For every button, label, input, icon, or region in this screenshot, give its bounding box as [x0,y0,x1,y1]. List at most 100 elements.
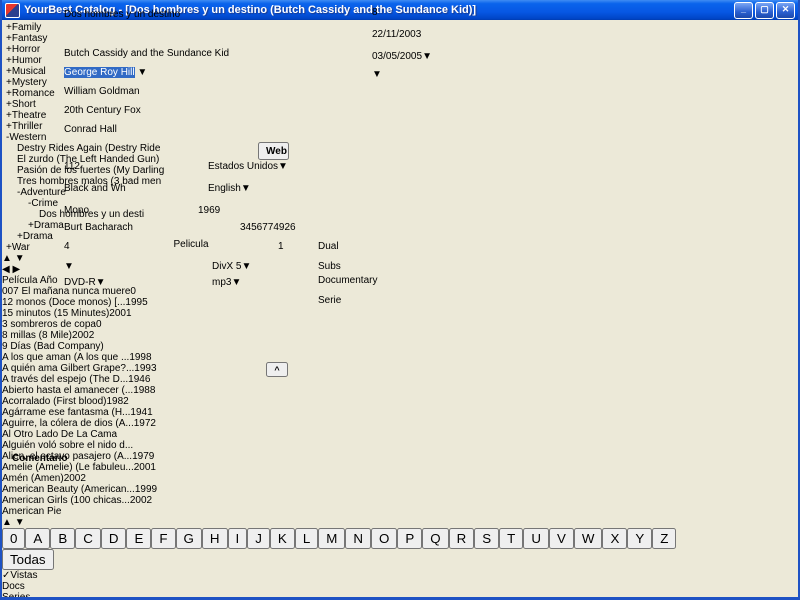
alpha-button-O[interactable]: O [371,528,397,549]
filter-docs[interactable]: Docs [2,581,798,592]
alpha-button-0[interactable]: 0 [2,528,25,549]
movie-row[interactable]: A quién ama Gilbert Grape?...1993 [2,363,798,374]
idioma-combo[interactable]: English▼ [208,183,318,194]
alpha-button-L[interactable]: L [295,528,318,549]
alpha-button-Y[interactable]: Y [627,528,652,549]
movie-title: 15 minutos (15 Minutes) [2,308,109,319]
alpha-button-T[interactable]: T [499,528,523,549]
checkbox-subs[interactable]: Subs [318,261,341,272]
alpha-button-I[interactable]: I [228,528,248,549]
soporte-combo[interactable]: DVD-R▼ [64,277,162,288]
filter-vistas[interactable]: ✓Vistas [2,570,798,581]
scroll-down-icon[interactable]: ▼ [15,253,25,264]
close-button[interactable]: ✕ [776,2,795,19]
etiq-alfa-field[interactable]: Pelicula [164,239,218,250]
mi-punt-field[interactable]: 8 [372,7,444,18]
movie-title: Acorralado (First blood) [2,396,106,407]
alpha-button-A[interactable]: A [25,528,50,549]
alpha-button-S[interactable]: S [474,528,499,549]
creada-field[interactable]: 22/11/2003 [372,29,444,40]
vista-combo[interactable]: 03/05/2005▼ [372,51,444,62]
movie-row[interactable]: Abierto hasta el amanecer (...1988 [2,385,798,396]
director-combo[interactable]: George Roy Hill ▼ [64,67,254,78]
anio-field[interactable]: 1969 [198,205,278,216]
fotografia-field[interactable]: Conrad Hall [64,124,254,135]
maximize-button[interactable]: ▢ [755,2,774,19]
list-vertical-scrollbar[interactable]: ▲ ▼ [2,517,798,528]
movie-row[interactable]: American Pie [2,506,798,517]
guion-field[interactable]: William Goldman [64,86,254,97]
color-field[interactable]: Black and Wh [64,183,144,194]
scroll-right-icon[interactable]: ▶ [12,264,20,275]
movie-year: 0 [96,319,102,330]
scroll-left-icon[interactable]: ◀ [2,264,10,275]
alpha-button-B[interactable]: B [50,528,75,549]
movie-year: 2002 [130,495,152,506]
todas-button[interactable]: Todas [2,549,54,570]
tree-item[interactable]: Destry Rides Again (Destry Ride [2,143,798,154]
checkbox-documentary[interactable]: Documentary [318,275,377,286]
etiqueta-field[interactable]: 4 [64,241,114,252]
movie-row[interactable]: A los que aman (A los que ...1998 [2,352,798,363]
scroll-up-icon[interactable]: ▲ [2,253,12,264]
alpha-button-C[interactable]: C [75,528,101,549]
alpha-button-K[interactable]: K [270,528,295,549]
movie-list: Película Año 007 El mañana nunca muere01… [2,275,798,528]
alpha-button-Q[interactable]: Q [422,528,448,549]
audio-combo[interactable]: mp3▼ [212,277,316,288]
tree-item-label: Short [12,99,36,110]
web-button[interactable]: Web [258,142,289,160]
orig-field[interactable]: Butch Cassidy and the Sundance Kid [64,48,298,59]
pais-combo[interactable]: Estados Unidos▼ [208,161,318,172]
movie-row[interactable]: 9 Días (Bad Company) [2,341,798,352]
alpha-button-V[interactable]: V [549,528,574,549]
checkbox-dual[interactable]: Dual [318,241,339,252]
sonido-field[interactable]: Mono [64,205,140,216]
tree-item[interactable]: +War [2,242,798,253]
alpha-button-W[interactable]: W [574,528,603,549]
collapse-audio-button[interactable]: ^ [266,362,288,377]
codec-combo[interactable]: DivX 5▼ [212,261,316,272]
movie-row[interactable]: Acorralado (First blood)1982 [2,396,798,407]
alpha-button-M[interactable]: M [318,528,345,549]
scroll-down-icon[interactable]: ▼ [15,517,25,528]
movie-row[interactable]: 8 millas (8 Mile)2002 [2,330,798,341]
minimize-button[interactable]: _ [734,2,753,19]
alpha-button-X[interactable]: X [602,528,627,549]
cds-field[interactable]: 1 [278,241,306,252]
sn-field[interactable]: 3456774926 [240,222,316,233]
alpha-button-N[interactable]: N [345,528,371,549]
rip-combo[interactable]: ▼ [64,261,162,272]
movie-row[interactable]: Al Otro Lado De La Cama [2,429,798,440]
alpha-button-U[interactable]: U [523,528,549,549]
alpha-button-H[interactable]: H [202,528,228,549]
checkbox-serie[interactable]: Serie [318,295,341,306]
alpha-button-D[interactable]: D [101,528,127,549]
filter-series[interactable]: Series [2,592,798,600]
titulo-field[interactable]: Dos hombres y un destino [64,9,298,20]
movie-row[interactable]: 12 monos (Doce monos) [...1995 [2,297,798,308]
alpha-button-E[interactable]: E [126,528,151,549]
scroll-up-icon[interactable]: ▲ [2,517,12,528]
movie-row[interactable]: Aguirre, la cólera de dios (A...1972 [2,418,798,429]
movie-row[interactable]: American Girls (100 chicas...2002 [2,495,798,506]
movie-year: 1941 [130,407,152,418]
movie-row[interactable]: Agárrame ese fantasma (H...1941 [2,407,798,418]
filter-label: Series [2,592,30,600]
alpha-button-F[interactable]: F [151,528,175,549]
movie-row[interactable]: A través del espejo (The D...1946 [2,374,798,385]
prestada-combo[interactable]: ▼ [372,69,444,80]
movie-row[interactable]: 3 sombreros de copa0 [2,319,798,330]
comment-field[interactable] [64,450,623,470]
musica-field[interactable]: Burt Bacharach [64,222,210,233]
movie-row[interactable]: American Beauty (American...1999 [2,484,798,495]
alpha-button-G[interactable]: G [176,528,202,549]
alpha-button-R[interactable]: R [449,528,475,549]
duracion-field[interactable]: 112 [64,161,144,172]
movie-row[interactable]: 15 minutos (15 Minutes)2001 [2,308,798,319]
movie-row[interactable]: Amén (Amen)2002 [2,473,798,484]
alpha-button-Z[interactable]: Z [652,528,676,549]
alpha-button-J[interactable]: J [247,528,270,549]
productor-field[interactable]: 20th Century Fox [64,105,254,116]
alpha-button-P[interactable]: P [397,528,422,549]
